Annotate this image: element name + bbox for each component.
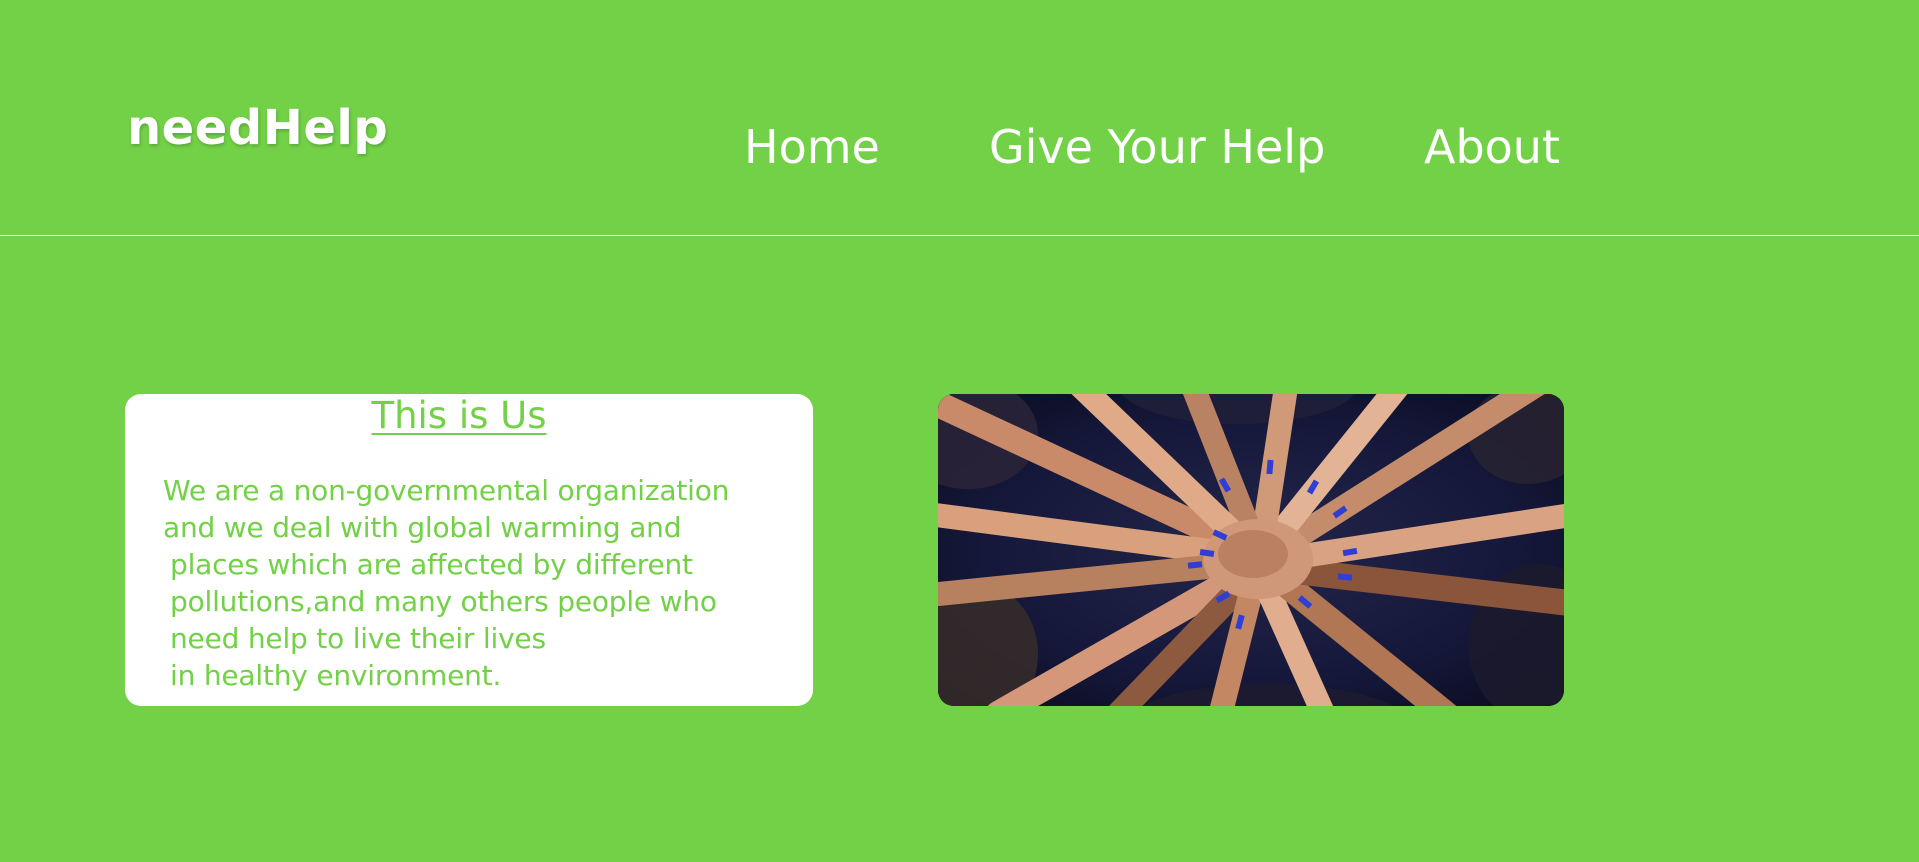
- hands-together-photo: [938, 394, 1564, 706]
- card-text-line: need help to live their lives: [170, 622, 546, 655]
- card-text-line: pollutions,and many others people who: [170, 585, 717, 618]
- site-logo[interactable]: needHelp: [127, 100, 388, 156]
- nav-about-link[interactable]: About: [1424, 120, 1560, 174]
- about-card: This is Us We are a non-governmental org…: [125, 394, 813, 706]
- site-header: needHelp Home Give Your Help About: [0, 0, 1919, 236]
- card-text-line: places which are affected by different: [170, 548, 693, 581]
- card-text-line: in healthy environment.: [170, 659, 502, 692]
- card-text-line: and we deal with global warming and: [163, 511, 682, 544]
- card-title: This is Us: [371, 394, 547, 437]
- card-text-line: We are a non-governmental organization: [163, 474, 730, 507]
- nav-home-link[interactable]: Home: [744, 120, 880, 174]
- hands-illustration: [938, 394, 1564, 706]
- nav-give-your-help-link[interactable]: Give Your Help: [989, 120, 1325, 174]
